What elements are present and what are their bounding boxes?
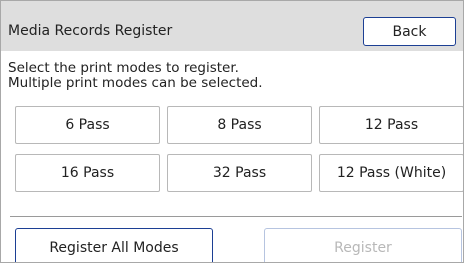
mode-button-8-pass[interactable]: 8 Pass [167,106,312,144]
mode-button-6-pass[interactable]: 6 Pass [15,106,160,144]
header-bar: Media Records Register Back [1,1,463,51]
mode-button-12-pass-white[interactable]: 12 Pass (White) [319,154,463,192]
mode-button-32-pass[interactable]: 32 Pass [167,154,312,192]
page-title: Media Records Register [8,23,173,39]
mode-button-16-pass[interactable]: 16 Pass [15,154,160,192]
instruction-text: Select the print modes to register. Mult… [8,61,263,91]
register-all-modes-button[interactable]: Register All Modes [15,228,213,262]
instruction-line-1: Select the print modes to register. [8,60,239,76]
media-records-register-screen: Media Records Register Back Select the p… [0,0,464,263]
register-button[interactable]: Register [264,228,462,262]
instruction-line-2: Multiple print modes can be selected. [8,75,263,91]
mode-button-12-pass[interactable]: 12 Pass [319,106,463,144]
back-button[interactable]: Back [363,17,456,46]
footer-divider [10,216,462,217]
